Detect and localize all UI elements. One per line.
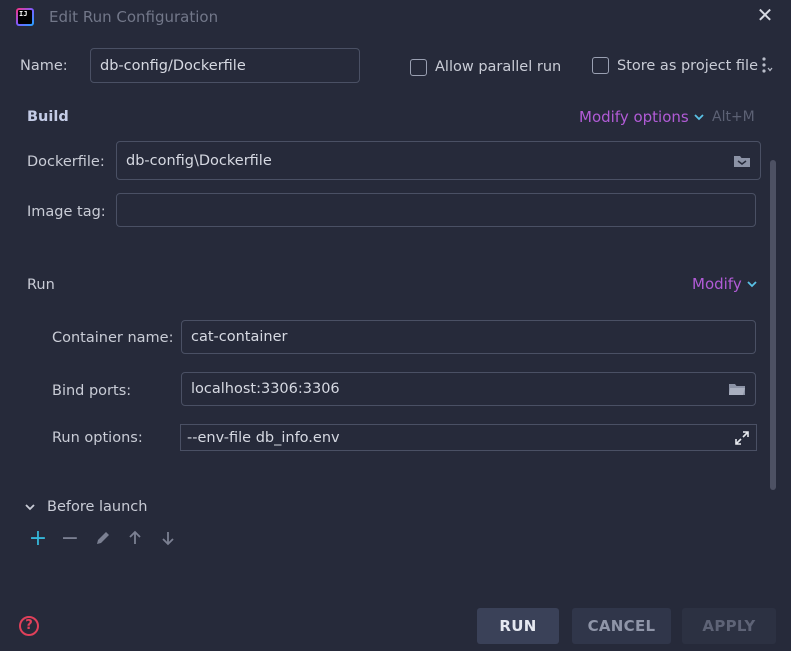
name-label: Name: [20,58,68,74]
name-input[interactable]: db-config/Dockerfile [90,48,360,83]
expand-icon[interactable] [734,430,750,446]
before-launch-toggle[interactable]: Before launch [24,499,147,515]
move-up-icon[interactable] [125,529,145,549]
dockerfile-input-value: db-config\Dockerfile [126,152,272,169]
close-icon[interactable]: ✕ [754,4,776,26]
folder-browse-icon[interactable] [733,154,751,168]
modify-shortcut-hint: Alt+M [712,109,755,125]
run-options-value: --env-file db_info.env [187,429,340,446]
help-icon[interactable]: ? [19,616,39,636]
add-icon[interactable]: + [28,528,48,550]
modify-options-label: Modify options [579,108,689,126]
apply-button[interactable]: APPLY [682,608,776,644]
modify-link[interactable]: Modify [692,275,758,293]
allow-parallel-checkbox[interactable] [410,59,427,76]
dialog-title: Edit Run Configuration [49,8,219,26]
folder-icon[interactable] [728,382,746,396]
chevron-down-icon [747,281,757,288]
name-input-value: db-config/Dockerfile [100,57,246,74]
chevron-down-icon [694,114,704,121]
modify-options-link[interactable]: Modify options [579,108,705,126]
cancel-button[interactable]: CANCEL [572,608,671,644]
chevron-down-icon [25,504,35,511]
modify-label: Modify [692,275,742,293]
dockerfile-label: Dockerfile: [27,154,105,170]
run-options-label: Run options: [52,430,143,446]
allow-parallel-label[interactable]: Allow parallel run [435,59,561,75]
container-name-value: cat-container [191,329,288,345]
container-name-label: Container name: [52,330,174,346]
before-launch-title: Before launch [47,499,148,515]
image-tag-input[interactable] [116,193,756,227]
edit-icon[interactable] [93,529,113,549]
image-tag-label: Image tag: [27,204,106,220]
bind-ports-input[interactable]: localhost:3306:3306 [181,372,756,406]
vertical-scrollbar[interactable] [770,160,776,490]
dockerfile-input[interactable]: db-config\Dockerfile [116,141,761,180]
app-icon: IJ [16,8,34,26]
run-button[interactable]: RUN [477,608,559,644]
build-section-title: Build [27,109,69,125]
bind-ports-value: localhost:3306:3306 [191,381,340,397]
more-options-icon[interactable] [761,55,773,75]
remove-icon[interactable]: − [60,528,80,550]
move-down-icon[interactable] [158,529,178,549]
store-project-checkbox[interactable] [592,57,609,74]
store-project-label[interactable]: Store as project file [617,58,758,74]
run-section-title: Run [27,277,55,293]
container-name-input[interactable]: cat-container [181,320,756,354]
bind-ports-label: Bind ports: [52,383,132,399]
run-options-input[interactable]: --env-file db_info.env [180,424,757,451]
